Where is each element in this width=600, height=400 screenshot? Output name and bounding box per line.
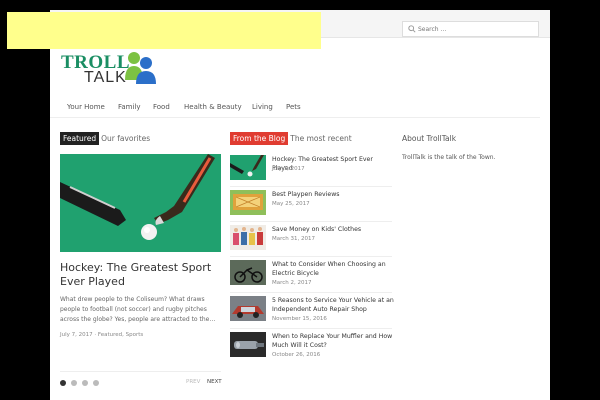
blog-item-date: March 2, 2017 [272, 280, 312, 286]
featured-heading: Featured Our favorites [60, 132, 150, 145]
divider [230, 292, 392, 293]
highlight-overlay [7, 12, 321, 49]
divider [230, 221, 392, 222]
slider-dot-2[interactable] [71, 380, 77, 386]
blog-thumbnail[interactable] [230, 225, 266, 250]
nav-item-living[interactable]: Living [252, 103, 273, 111]
slider-dot-1[interactable] [60, 380, 66, 386]
nav-item-family[interactable]: Family [118, 103, 141, 111]
page: TROLL TALK Your Home Family Food Health … [50, 10, 550, 400]
nav-item-pets[interactable]: Pets [286, 103, 301, 111]
blog-thumbnail[interactable] [230, 190, 266, 215]
blog-item-title[interactable]: Save Money on Kids' Clothes [272, 225, 394, 234]
blog-heading: From the Blog The most recent [230, 132, 352, 145]
site-logo[interactable]: TROLL TALK [60, 48, 160, 90]
featured-meta: July 7, 2017 · Featured, Sports [60, 332, 144, 338]
blog-item-date: October 26, 2016 [272, 352, 321, 358]
search-input[interactable] [418, 23, 533, 35]
nav-item-your-home[interactable]: Your Home [67, 103, 105, 111]
blog-item[interactable]: Hockey: The Greatest Sport Ever Played J… [230, 155, 392, 188]
hockey-image [60, 154, 221, 252]
blog-item-title[interactable]: What to Consider When Choosing an Electr… [272, 260, 394, 278]
blog-item-date: March 31, 2017 [272, 236, 316, 242]
featured-image[interactable] [60, 154, 221, 252]
slider-dot-3[interactable] [82, 380, 88, 386]
search-icon [408, 25, 416, 33]
blog-item[interactable]: Best Playpen Reviews May 25, 2017 [230, 190, 392, 223]
divider [230, 186, 392, 187]
divider [230, 328, 392, 329]
about-text: TrollTalk is the talk of the Town. [402, 154, 496, 161]
nav-item-food[interactable]: Food [153, 103, 170, 111]
search-box[interactable] [402, 21, 539, 37]
about-title: About TrollTalk [402, 134, 457, 143]
featured-title[interactable]: Hockey: The Greatest Sport Ever Played [60, 261, 225, 289]
blog-thumbnail[interactable] [230, 260, 266, 285]
blog-item-date: May 25, 2017 [272, 201, 310, 207]
main-nav: Your Home Family Food Health & Beauty Li… [50, 96, 540, 118]
blog-thumbnail[interactable] [230, 155, 266, 180]
blog-item-title[interactable]: 5 Reasons to Service Your Vehicle at an … [272, 296, 394, 314]
blog-item[interactable]: When to Replace Your Muffler and How Muc… [230, 332, 392, 365]
blog-item[interactable]: What to Consider When Choosing an Electr… [230, 260, 392, 293]
blog-item[interactable]: Save Money on Kids' Clothes March 31, 20… [230, 225, 392, 258]
blog-item-title[interactable]: Best Playpen Reviews [272, 190, 394, 199]
next-button[interactable]: NEXT [207, 379, 222, 385]
blog-item-title[interactable]: When to Replace Your Muffler and How Muc… [272, 332, 394, 350]
blog-thumbnail[interactable] [230, 332, 266, 357]
blog-item-date: July 7, 2017 [272, 166, 305, 172]
nav-item-health-beauty[interactable]: Health & Beauty [184, 103, 242, 111]
slider-dot-4[interactable] [93, 380, 99, 386]
blog-item[interactable]: 5 Reasons to Service Your Vehicle at an … [230, 296, 394, 329]
blog-item-date: November 15, 2016 [272, 316, 327, 322]
blog-thumbnail[interactable] [230, 296, 266, 321]
logo-word-talk: TALK [84, 69, 127, 86]
divider [60, 371, 221, 372]
blog-subheading: The most recent [290, 134, 352, 143]
blog-tag: From the Blog [230, 132, 289, 145]
prev-button[interactable]: PREV [186, 379, 200, 385]
featured-excerpt: What drew people to the Coliseum? What d… [60, 296, 216, 323]
featured-tag: Featured [60, 132, 100, 145]
chat-people-icon [125, 52, 156, 84]
about-heading: About TrollTalk [402, 132, 456, 145]
divider [230, 256, 392, 257]
featured-subheading: Our favorites [101, 134, 151, 143]
